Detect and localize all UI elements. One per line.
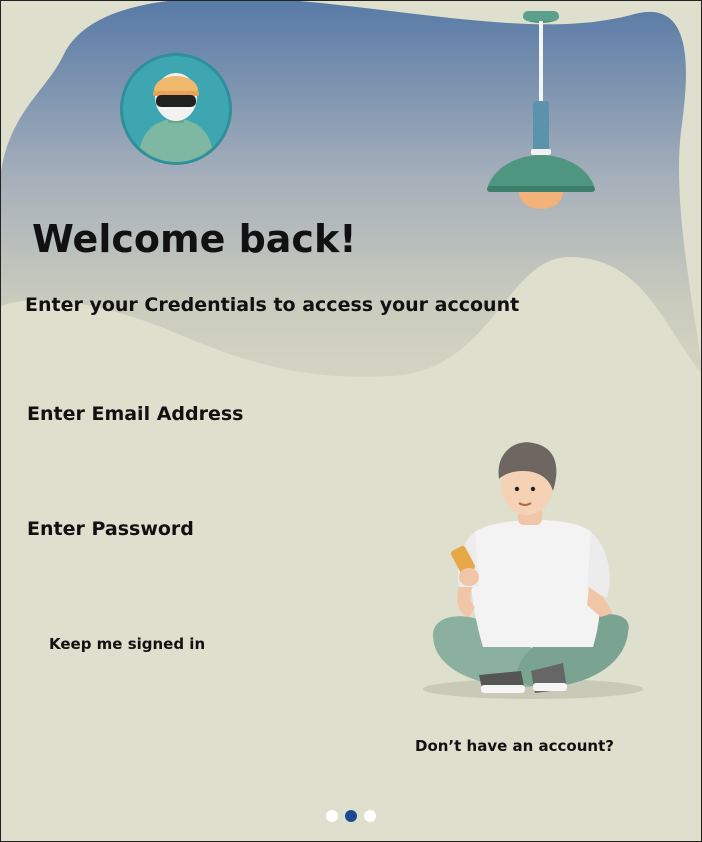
page-indicator [326, 810, 376, 822]
page-dot-3[interactable] [364, 810, 376, 822]
pendant-lamp-illustration [487, 11, 595, 209]
password-field[interactable] [25, 511, 399, 547]
user-avatar-icon [120, 53, 232, 165]
signup-link[interactable]: Don’t have an account? [415, 737, 614, 755]
credentials-subtitle: Enter your Credentials to access your ac… [25, 294, 520, 316]
person-with-phone-illustration [423, 442, 643, 699]
welcome-title: Welcome back! [32, 217, 357, 261]
email-field[interactable] [25, 396, 399, 432]
page-dot-1[interactable] [326, 810, 338, 822]
login-screen: Welcome back! Enter your Credentials to … [0, 0, 702, 842]
keep-signed-in-label: Keep me signed in [49, 635, 206, 653]
page-dot-2[interactable] [345, 810, 357, 822]
keep-signed-in-option[interactable]: Keep me signed in [49, 635, 205, 653]
